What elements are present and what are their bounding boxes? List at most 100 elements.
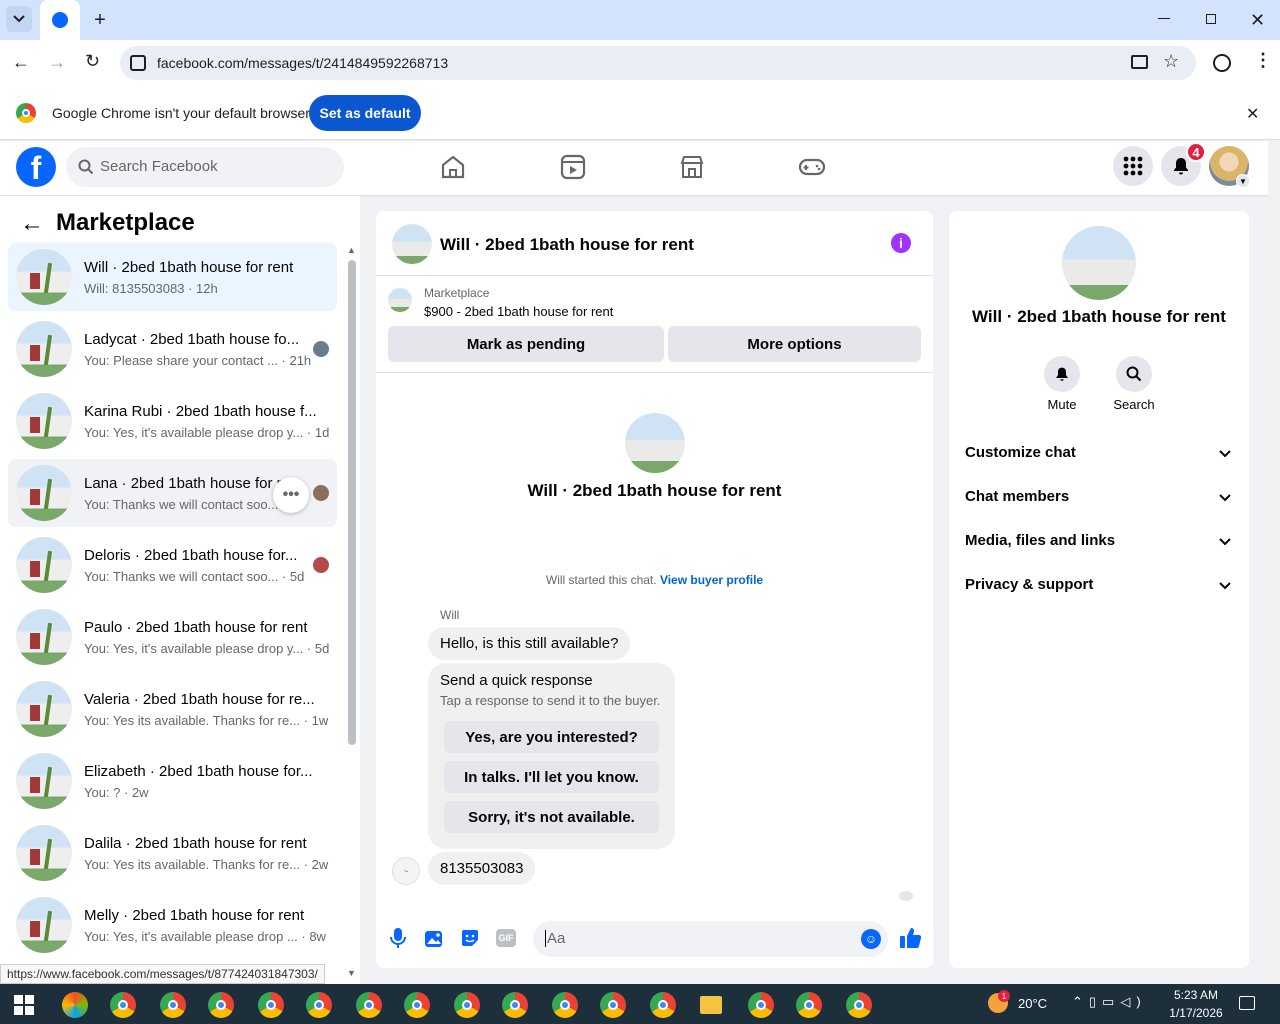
listing-thumbnail[interactable] bbox=[388, 288, 412, 312]
message-composer-input[interactable]: Aa bbox=[533, 921, 888, 957]
minimize-button[interactable] bbox=[1158, 18, 1170, 19]
close-infobar-icon[interactable]: ✕ bbox=[1246, 104, 1259, 124]
quick-response-button[interactable]: In talks. I'll let you know. bbox=[444, 761, 659, 793]
tab-search-button[interactable] bbox=[6, 6, 32, 32]
windows-start-icon[interactable] bbox=[14, 995, 34, 1015]
conversation-item[interactable]: Ladycat · 2bed 1bath house fo... You: Ple… bbox=[8, 315, 337, 383]
view-buyer-profile-link[interactable]: View buyer profile bbox=[660, 573, 763, 587]
chrome-taskbar-icon[interactable] bbox=[356, 992, 382, 1018]
clock-time[interactable]: 5:23 AM bbox=[1160, 988, 1232, 1002]
conversation-item[interactable]: Deloris · 2bed 1bath house for... You: Th… bbox=[8, 531, 337, 599]
browser-tab[interactable] bbox=[40, 0, 80, 40]
thumbs-up-icon[interactable] bbox=[899, 926, 923, 950]
back-arrow-icon[interactable]: ← bbox=[20, 210, 44, 238]
chrome-taskbar-icon[interactable] bbox=[836, 984, 882, 1024]
chat-header-title[interactable]: Will · 2bed 1bath house for rent bbox=[440, 235, 694, 255]
chrome-taskbar-icon[interactable] bbox=[796, 992, 822, 1018]
home-icon[interactable] bbox=[438, 152, 468, 182]
copilot-icon[interactable] bbox=[62, 992, 88, 1018]
chrome-taskbar-icon[interactable] bbox=[110, 992, 136, 1018]
set-as-default-button[interactable]: Set as default bbox=[309, 95, 421, 131]
menu-grid-button[interactable] bbox=[1113, 146, 1153, 186]
marketplace-icon[interactable] bbox=[677, 152, 707, 182]
photo-icon[interactable] bbox=[424, 928, 444, 948]
clock-date[interactable]: 1/17/2026 bbox=[1160, 1006, 1232, 1020]
back-button[interactable]: ← bbox=[12, 52, 30, 73]
conversation-item[interactable]: Will · 2bed 1bath house for rent Will: 81… bbox=[8, 243, 337, 311]
chevron-down-icon[interactable] bbox=[1218, 535, 1232, 549]
restore-button[interactable] bbox=[1206, 14, 1216, 24]
chevron-down-icon[interactable] bbox=[1218, 491, 1232, 505]
chrome-taskbar-icon[interactable] bbox=[160, 992, 186, 1018]
emoji-icon[interactable]: ☺ bbox=[861, 929, 881, 949]
url-text[interactable]: facebook.com/messages/t/2414849592268713 bbox=[157, 55, 448, 71]
chrome-taskbar-icon[interactable] bbox=[404, 992, 430, 1018]
tray-icons[interactable]: ⌃▯▭◁) bbox=[1072, 994, 1147, 1010]
search-input[interactable]: Search Facebook bbox=[66, 147, 344, 187]
temperature[interactable]: 20°C bbox=[1018, 996, 1047, 1011]
gaming-icon[interactable] bbox=[797, 152, 827, 182]
info-section-2[interactable]: Media, files and links bbox=[965, 532, 1115, 549]
conversation-item[interactable]: Melly · 2bed 1bath house for rent You: Ye… bbox=[8, 891, 337, 959]
site-info-icon[interactable] bbox=[130, 55, 146, 71]
sidebar-scroll-thumb[interactable] bbox=[348, 260, 356, 745]
chrome-taskbar-icon[interactable] bbox=[748, 992, 774, 1018]
conversation-snippet: You: Thanks we will contact soo... bbox=[84, 497, 279, 512]
chrome-taskbar-icon[interactable] bbox=[650, 992, 676, 1018]
chrome-taskbar-icon[interactable] bbox=[258, 992, 284, 1018]
chrome-taskbar-icon[interactable] bbox=[552, 992, 578, 1018]
file-explorer-icon[interactable] bbox=[700, 996, 722, 1014]
info-section-0[interactable]: Customize chat bbox=[965, 444, 1076, 461]
info-section-1[interactable]: Chat members bbox=[965, 488, 1069, 505]
conversation-item[interactable]: Valeria · 2bed 1bath house for re... You:… bbox=[8, 675, 337, 743]
quick-response-button[interactable]: Yes, are you interested? bbox=[444, 721, 659, 753]
started-text: Will started this chat. bbox=[545, 573, 657, 587]
forward-button[interactable]: → bbox=[48, 52, 66, 73]
info-avatar[interactable] bbox=[1062, 226, 1136, 300]
close-window-button[interactable]: ✕ bbox=[1250, 10, 1265, 31]
scroll-down-arrow[interactable]: ▼ bbox=[347, 968, 356, 978]
bookmark-star-icon[interactable]: ☆ bbox=[1163, 51, 1179, 72]
chrome-taskbar-icon[interactable] bbox=[306, 992, 332, 1018]
chat-profile-avatar[interactable] bbox=[625, 413, 685, 473]
video-icon[interactable] bbox=[558, 152, 588, 182]
chat-info-icon[interactable]: i bbox=[891, 233, 911, 253]
chevron-down-icon[interactable] bbox=[1218, 447, 1232, 461]
chevron-down-icon[interactable] bbox=[1218, 579, 1232, 593]
notification-center-icon[interactable] bbox=[1239, 996, 1255, 1010]
search-conversation-button[interactable] bbox=[1116, 356, 1152, 392]
mute-button[interactable] bbox=[1044, 356, 1080, 392]
scroll-up-arrow[interactable]: ▲ bbox=[347, 245, 356, 255]
quick-response-button[interactable]: Sorry, it's not available. bbox=[444, 801, 659, 833]
info-section-3[interactable]: Privacy & support bbox=[965, 576, 1093, 593]
facebook-logo-icon[interactable]: f bbox=[16, 147, 56, 187]
search-label: Search bbox=[1113, 397, 1155, 412]
gif-icon[interactable]: GIF bbox=[496, 929, 516, 947]
chat-header-avatar[interactable] bbox=[392, 224, 432, 264]
reload-button[interactable]: ↻ bbox=[85, 51, 100, 72]
listing-source: Marketplace bbox=[424, 286, 490, 300]
mark-as-pending-button[interactable]: Mark as pending bbox=[388, 326, 664, 362]
listing-description[interactable]: $900 - 2bed 1bath house for rent bbox=[424, 304, 613, 319]
chrome-taskbar-icon[interactable] bbox=[600, 992, 626, 1018]
conversation-item[interactable]: Karina Rubi · 2bed 1bath house f... You: … bbox=[8, 387, 337, 455]
conversation-options-button[interactable]: ••• bbox=[273, 477, 309, 513]
page-scrollbar[interactable] bbox=[1268, 141, 1280, 984]
conversation-item[interactable]: Dalila · 2bed 1bath house for rent You: Y… bbox=[8, 819, 337, 887]
new-tab-button[interactable]: + bbox=[90, 10, 110, 30]
microphone-icon[interactable] bbox=[389, 927, 407, 949]
profile-icon[interactable] bbox=[1213, 54, 1231, 72]
sticker-icon[interactable] bbox=[460, 928, 480, 948]
message-bubble[interactable]: Hello, is this still available? bbox=[428, 627, 631, 660]
conversation-title: Karina Rubi · 2bed 1bath house f... bbox=[84, 403, 317, 420]
account-chevron-icon[interactable]: ▼ bbox=[1236, 174, 1250, 188]
conversation-item[interactable]: Paulo · 2bed 1bath house for rent You: Ye… bbox=[8, 603, 337, 671]
install-app-icon[interactable] bbox=[1131, 55, 1148, 69]
chrome-taskbar-icon[interactable] bbox=[208, 992, 234, 1018]
chrome-taskbar-icon[interactable] bbox=[502, 992, 528, 1018]
conversation-item[interactable]: Elizabeth · 2bed 1bath house for... You: … bbox=[8, 747, 337, 815]
browser-menu-icon[interactable]: ⋮ bbox=[1254, 50, 1272, 71]
more-options-button[interactable]: More options bbox=[668, 326, 921, 362]
chrome-taskbar-icon[interactable] bbox=[454, 992, 480, 1018]
message-bubble[interactable]: 8135503083 bbox=[428, 852, 536, 885]
